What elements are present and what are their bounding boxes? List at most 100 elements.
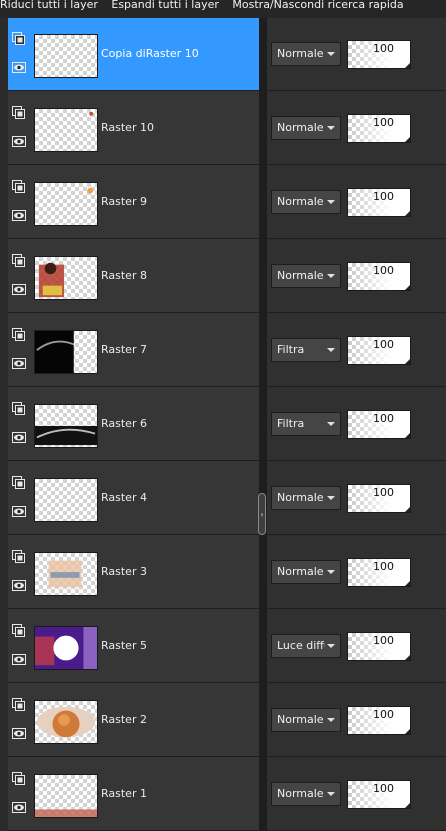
eye-icon[interactable] <box>12 358 26 369</box>
raster-layer-icon[interactable] <box>12 106 25 119</box>
blend-mode-select[interactable]: Normale <box>271 486 341 510</box>
layer-row[interactable]: Raster 3 <box>8 536 259 609</box>
layer-name[interactable]: Raster 5 <box>101 639 147 652</box>
layer-toolbar: Riduci tutti i layer Espandi tutti i lay… <box>0 0 446 18</box>
opacity-slider[interactable]: 100 <box>347 336 411 365</box>
layer-row[interactable]: Raster 7 <box>8 314 259 387</box>
layer-row[interactable]: Raster 5 <box>8 610 259 683</box>
layer-name[interactable]: Raster 2 <box>101 713 147 726</box>
layer-name[interactable]: Raster 8 <box>101 269 147 282</box>
raster-layer-icon[interactable] <box>12 772 25 785</box>
layer-row[interactable]: Raster 1 <box>8 758 259 831</box>
raster-layer-icon[interactable] <box>12 402 25 415</box>
layer-thumbnail[interactable] <box>34 626 98 670</box>
layer-name[interactable]: Raster 3 <box>101 565 147 578</box>
blend-mode-value: Normale <box>277 713 324 726</box>
layer-row[interactable]: Copia diRaster 10 <box>8 18 259 91</box>
opacity-slider[interactable]: 100 <box>347 780 411 809</box>
layer-row[interactable]: Raster 9 <box>8 166 259 239</box>
raster-layer-icon[interactable] <box>12 698 25 711</box>
eye-icon[interactable] <box>12 62 26 73</box>
blend-mode-value: Normale <box>277 269 324 282</box>
expand-all-button[interactable]: Espandi tutti i layer <box>111 0 219 10</box>
layer-thumbnail[interactable] <box>34 330 98 374</box>
eye-icon[interactable] <box>12 802 26 813</box>
collapse-all-button[interactable]: Riduci tutti i layer <box>0 0 98 10</box>
eye-icon[interactable] <box>12 432 26 443</box>
layer-name[interactable]: Copia diRaster 10 <box>101 47 199 60</box>
opacity-slider[interactable]: 100 <box>347 188 411 217</box>
blend-mode-select[interactable]: Normale <box>271 42 341 66</box>
blend-mode-select[interactable]: Normale <box>271 782 341 806</box>
opacity-slider[interactable]: 100 <box>347 484 411 513</box>
layer-name[interactable]: Raster 6 <box>101 417 147 430</box>
eye-icon[interactable] <box>12 136 26 147</box>
layer-properties-row: Normale 100 <box>267 462 446 535</box>
raster-layer-icon[interactable] <box>12 180 25 193</box>
eye-icon[interactable] <box>12 210 26 221</box>
layer-thumbnail[interactable] <box>34 700 98 744</box>
layer-thumbnail[interactable] <box>34 108 98 152</box>
layer-properties-row: Normale 100 <box>267 758 446 831</box>
chevron-down-icon <box>327 644 335 648</box>
opacity-slider[interactable]: 100 <box>347 706 411 735</box>
raster-layer-icon[interactable] <box>12 550 25 563</box>
layer-name[interactable]: Raster 10 <box>101 121 154 134</box>
layer-thumbnail[interactable] <box>34 404 98 448</box>
raster-layer-icon[interactable] <box>12 624 25 637</box>
opacity-slider[interactable]: 100 <box>347 262 411 291</box>
blend-mode-select[interactable]: Normale <box>271 708 341 732</box>
blend-mode-value: Normale <box>277 491 324 504</box>
layer-properties-row: Normale 100 <box>267 240 446 313</box>
eye-icon[interactable] <box>12 654 26 665</box>
blend-mode-select[interactable]: Normale <box>271 264 341 288</box>
chevron-down-icon <box>327 274 335 278</box>
layer-row[interactable]: Raster 6 <box>8 388 259 461</box>
layer-thumbnail[interactable] <box>34 182 98 226</box>
blend-mode-select[interactable]: Filtra <box>271 338 341 362</box>
blend-mode-select[interactable]: Filtra <box>271 412 341 436</box>
layer-thumbnail[interactable] <box>34 34 98 78</box>
opacity-slider[interactable]: 100 <box>347 114 411 143</box>
layer-name[interactable]: Raster 9 <box>101 195 147 208</box>
opacity-slider[interactable]: 100 <box>347 558 411 587</box>
eye-icon[interactable] <box>12 506 26 517</box>
layer-thumbnail[interactable] <box>34 478 98 522</box>
panel-splitter[interactable] <box>259 18 267 831</box>
opacity-value: 100 <box>373 782 394 795</box>
chevron-down-icon <box>327 52 335 56</box>
layer-thumbnail[interactable] <box>34 774 98 818</box>
blend-mode-select[interactable]: Luce diffusa <box>271 634 341 658</box>
splitter-handle[interactable]: › <box>258 493 266 535</box>
chevron-down-icon <box>327 200 335 204</box>
layer-properties-row: Normale 100 <box>267 18 446 91</box>
layer-thumbnail[interactable] <box>34 552 98 596</box>
blend-mode-select[interactable]: Normale <box>271 560 341 584</box>
layer-name[interactable]: Raster 7 <box>101 343 147 356</box>
layer-thumbnail[interactable] <box>34 256 98 300</box>
layer-row[interactable]: Raster 10 <box>8 92 259 165</box>
eye-icon[interactable] <box>12 580 26 591</box>
blend-mode-select[interactable]: Normale <box>271 116 341 140</box>
raster-layer-icon[interactable] <box>12 476 25 489</box>
layer-row[interactable]: Raster 8 <box>8 240 259 313</box>
raster-layer-icon[interactable] <box>12 328 25 341</box>
layer-name[interactable]: Raster 4 <box>101 491 147 504</box>
opacity-slider[interactable]: 100 <box>347 410 411 439</box>
layer-row[interactable]: Raster 2 <box>8 684 259 757</box>
layer-name[interactable]: Raster 1 <box>101 787 147 800</box>
toggle-search-button[interactable]: Mostra/Nascondi ricerca rapida <box>232 0 403 10</box>
opacity-slider[interactable]: 100 <box>347 632 411 661</box>
opacity-slider[interactable]: 100 <box>347 40 411 69</box>
layer-row[interactable]: Raster 4 <box>8 462 259 535</box>
blend-mode-select[interactable]: Normale <box>271 190 341 214</box>
raster-layer-icon[interactable] <box>12 32 25 45</box>
opacity-value: 100 <box>373 338 394 351</box>
eye-icon[interactable] <box>12 284 26 295</box>
raster-layer-icon[interactable] <box>12 254 25 267</box>
layer-properties-row: Normale 100 <box>267 684 446 757</box>
chevron-down-icon <box>327 348 335 352</box>
chevron-down-icon <box>327 126 335 130</box>
eye-icon[interactable] <box>12 728 26 739</box>
layer-properties-row: Normale 100 <box>267 92 446 165</box>
